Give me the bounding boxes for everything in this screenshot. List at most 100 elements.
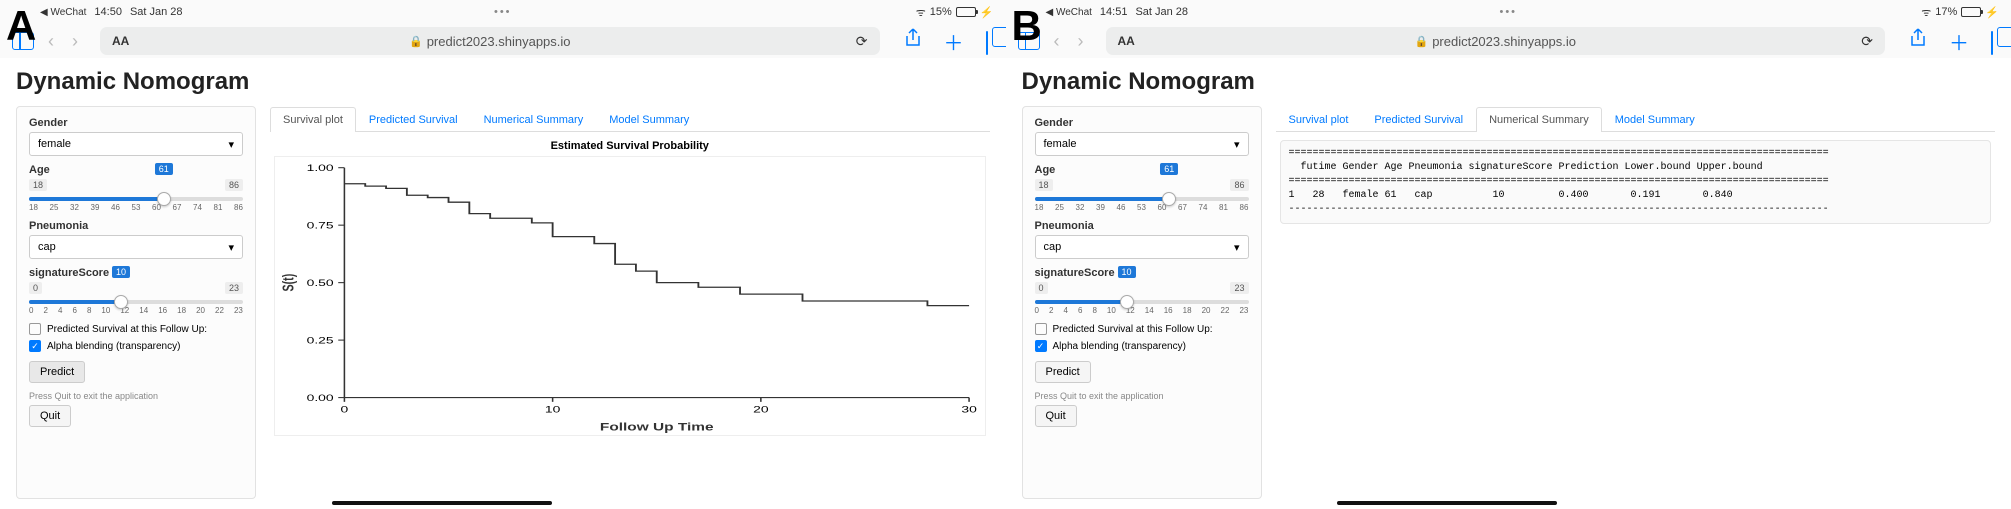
- url-field[interactable]: AA 🔒 predict2023.shinyapps.io ⟳: [100, 27, 880, 55]
- tabs-button[interactable]: [980, 30, 994, 53]
- pneumonia-label: Pneumonia: [29, 220, 243, 232]
- quit-button[interactable]: Quit: [1035, 405, 1077, 427]
- share-button[interactable]: [898, 28, 928, 54]
- age-slider[interactable]: 1886 61 1825323946536067748186: [29, 179, 243, 212]
- status-bar: ◀ WeChat 14:51 Sat Jan 28 ••• ᯤ 17% ⚡: [1006, 0, 2011, 24]
- charging-icon: ⚡: [980, 6, 994, 19]
- new-tab-button[interactable]: ＋: [938, 27, 970, 56]
- signature-ticks: 024681012141618202223: [29, 306, 243, 315]
- svg-text:20: 20: [753, 404, 769, 415]
- age-slider-thumb[interactable]: [1162, 192, 1176, 206]
- reload-icon[interactable]: ⟳: [1861, 33, 1873, 50]
- safari-toolbar: ‹ › AA 🔒 predict2023.shinyapps.io ⟳ ＋: [0, 24, 1006, 58]
- signature-value-badge: 10: [112, 266, 130, 278]
- status-time: 14:51: [1100, 6, 1128, 18]
- back-button[interactable]: ‹: [1050, 31, 1064, 52]
- back-app-link[interactable]: ◀ WeChat: [40, 7, 86, 18]
- tab-numerical-summary[interactable]: Numerical Summary: [1476, 107, 1602, 132]
- alpha-blending-checkbox[interactable]: ✓: [1035, 340, 1047, 352]
- pneumonia-value: cap: [1044, 241, 1062, 253]
- checkbox-label-2: Alpha blending (transparency): [47, 341, 180, 352]
- panel-label-a: A: [6, 2, 36, 50]
- panel-b: B ◀ WeChat 14:51 Sat Jan 28 ••• ᯤ 17% ⚡ …: [1006, 0, 2011, 509]
- chevron-down-icon: ▾: [1234, 138, 1240, 151]
- checkbox-label-2: Alpha blending (transparency): [1053, 341, 1186, 352]
- tab-bar: Survival plotPredicted SurvivalNumerical…: [1276, 106, 1996, 132]
- tab-predicted-survival[interactable]: Predicted Survival: [1361, 107, 1476, 132]
- back-app-link[interactable]: ◀ WeChat: [1046, 7, 1092, 18]
- predict-button[interactable]: Predict: [1035, 361, 1091, 383]
- tab-model-summary[interactable]: Model Summary: [596, 107, 702, 132]
- checkbox-label-1: Predicted Survival at this Follow Up:: [1053, 324, 1213, 335]
- svg-text:10: 10: [545, 404, 561, 415]
- signature-slider[interactable]: 023 10 024681012141618202223: [1035, 282, 1249, 315]
- signature-slider-thumb[interactable]: [1120, 295, 1134, 309]
- age-label: Age: [1035, 164, 1249, 176]
- status-date: Sat Jan 28: [130, 6, 183, 18]
- gender-select[interactable]: female ▾: [29, 132, 243, 156]
- age-slider-thumb[interactable]: [157, 192, 171, 206]
- pneumonia-select[interactable]: cap ▾: [29, 235, 243, 259]
- battery-text: 15%: [930, 6, 952, 18]
- reload-icon[interactable]: ⟳: [856, 33, 868, 50]
- quit-button[interactable]: Quit: [29, 405, 71, 427]
- wifi-icon: ᯤ: [1921, 5, 1931, 20]
- tabs-button[interactable]: [1985, 30, 1999, 53]
- tab-survival-plot[interactable]: Survival plot: [270, 107, 356, 132]
- battery-text: 17%: [1935, 6, 1957, 18]
- charging-icon: ⚡: [1985, 6, 1999, 19]
- alpha-blending-checkbox[interactable]: ✓: [29, 340, 41, 352]
- svg-text:30: 30: [961, 404, 977, 415]
- back-button[interactable]: ‹: [44, 31, 58, 52]
- tab-bar: Survival plotPredicted SurvivalNumerical…: [270, 106, 990, 132]
- battery-icon: [1961, 7, 1981, 17]
- gender-select[interactable]: female ▾: [1035, 132, 1249, 156]
- page-title: Dynamic Nomogram: [1022, 68, 1996, 96]
- reader-aa-button[interactable]: AA: [1118, 34, 1135, 48]
- svg-text:0.50: 0.50: [307, 277, 334, 288]
- share-button[interactable]: [1903, 28, 1933, 54]
- forward-button[interactable]: ›: [1074, 31, 1088, 52]
- age-value-badge: 61: [155, 163, 173, 175]
- tab-numerical-summary[interactable]: Numerical Summary: [471, 107, 597, 132]
- gender-value: female: [1044, 138, 1077, 150]
- tab-model-summary[interactable]: Model Summary: [1602, 107, 1708, 132]
- age-ticks: 1825323946536067748186: [1035, 203, 1249, 212]
- predicted-survival-checkbox[interactable]: [29, 323, 41, 335]
- chevron-down-icon: ▾: [228, 241, 234, 254]
- camera-indicator: •••: [1499, 6, 1517, 18]
- battery-icon: [956, 7, 976, 17]
- predict-button[interactable]: Predict: [29, 361, 85, 383]
- age-slider[interactable]: 1886 61 1825323946536067748186: [1035, 179, 1249, 212]
- gender-value: female: [38, 138, 71, 150]
- svg-text:1.00: 1.00: [307, 162, 334, 173]
- tab-survival-plot[interactable]: Survival plot: [1276, 107, 1362, 132]
- forward-button[interactable]: ›: [68, 31, 82, 52]
- lock-icon: 🔒: [409, 35, 423, 48]
- quit-helper-text: Press Quit to exit the application: [29, 391, 243, 401]
- chevron-down-icon: ▾: [1234, 241, 1240, 254]
- signature-slider[interactable]: 023 10 024681012141618202223: [29, 282, 243, 315]
- tab-predicted-survival[interactable]: Predicted Survival: [356, 107, 471, 132]
- svg-text:0.00: 0.00: [307, 392, 334, 403]
- url-text: predict2023.shinyapps.io: [1432, 34, 1576, 49]
- new-tab-button[interactable]: ＋: [1943, 27, 1975, 56]
- gender-label: Gender: [29, 117, 243, 129]
- home-indicator[interactable]: [1337, 501, 1557, 505]
- reader-aa-button[interactable]: AA: [112, 34, 129, 48]
- survival-chart: 0.000.250.500.751.000102030Follow Up Tim…: [274, 156, 986, 436]
- home-indicator[interactable]: [332, 501, 552, 505]
- predicted-survival-checkbox[interactable]: [1035, 323, 1047, 335]
- panel-a: A ◀ WeChat 14:50 Sat Jan 28 ••• ᯤ 15% ⚡ …: [0, 0, 1006, 509]
- signature-slider-thumb[interactable]: [114, 295, 128, 309]
- url-text: predict2023.shinyapps.io: [427, 34, 571, 49]
- url-field[interactable]: AA 🔒 predict2023.shinyapps.io ⟳: [1106, 27, 1886, 55]
- pneumonia-select[interactable]: cap ▾: [1035, 235, 1249, 259]
- pneumonia-label: Pneumonia: [1035, 220, 1249, 232]
- svg-text:0: 0: [341, 404, 349, 415]
- status-time: 14:50: [94, 6, 122, 18]
- signature-label: signatureScore: [1035, 267, 1249, 279]
- panel-label-b: B: [1012, 2, 1042, 50]
- svg-text:0.25: 0.25: [307, 334, 334, 345]
- gender-label: Gender: [1035, 117, 1249, 129]
